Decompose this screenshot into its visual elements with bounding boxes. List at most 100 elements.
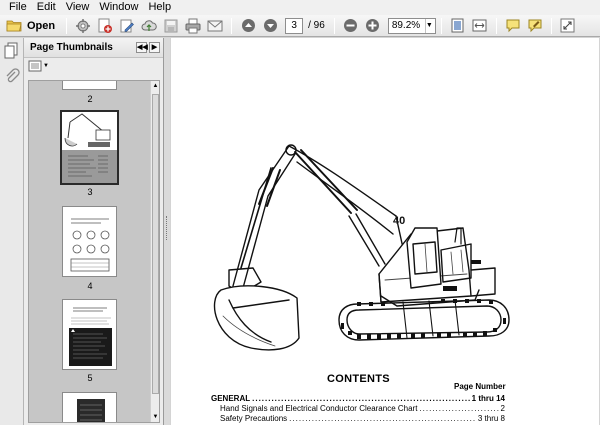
pencil-document-icon [120,19,135,32]
panel-header: Page Thumbnails ◀◀ ▶ [24,38,163,58]
thumbnail-list[interactable]: 2 3 4 5 ▲ ▼ [28,80,160,423]
thumbnail-page-5[interactable] [62,299,117,370]
document-viewport[interactable]: 40 CONTENTS Page Number GENERAL 1 thru 1… [170,38,600,425]
chevron-right-icon[interactable]: ▶ [149,42,160,53]
edit-document-button[interactable] [117,17,137,35]
menu-help[interactable]: Help [143,0,176,15]
toolbar-separator [231,17,233,34]
upload-cloud-button[interactable] [139,17,159,35]
page-number-input[interactable]: 3 [285,17,304,34]
envelope-icon [207,20,223,31]
contents-title: CONTENTS [327,373,390,385]
navigation-strip [0,38,24,425]
toc-entry-title: GENERAL [211,394,251,403]
toc-dot-leader [419,404,498,413]
fit-page-icon [451,18,464,33]
panel-header-buttons: ◀◀ ▶ [136,42,163,53]
excavator-thumbnail-image [62,113,117,183]
toc-entry-pages: 2 [500,404,505,413]
next-page-button[interactable] [260,17,280,35]
boom-model-badge: 40 [393,215,405,227]
zoom-level-value: 89.2% [391,20,421,31]
scroll-up-arrow-icon[interactable]: ▲ [151,81,159,91]
paperclip-icon [6,68,20,83]
open-label: Open [27,19,56,32]
print-button[interactable] [183,17,203,35]
panel-title: Page Thumbnails [30,42,113,53]
email-button[interactable] [205,17,225,35]
menu-window[interactable]: Window [94,0,143,15]
minus-circle-icon [344,19,358,32]
scroll-down-arrow-icon[interactable]: ▼ [151,412,159,422]
thumbnail-page-2[interactable] [62,81,117,90]
menu-edit[interactable]: Edit [32,0,61,15]
chevron-down-icon[interactable]: ▼ [424,18,433,33]
page-total: / 96 [308,20,325,31]
chevron-down-icon: ▼ [43,63,49,69]
create-pdf-button[interactable] [95,17,115,35]
collapse-panel-button[interactable]: ◀◀ [136,42,148,53]
fit-width-button[interactable] [470,17,490,35]
thumbnail-options-button[interactable]: ▼ [28,60,49,72]
save-button[interactable] [161,17,181,35]
fit-width-icon [472,19,487,32]
scrollbar-thumb[interactable] [152,94,159,394]
toc-entry-pages: 3 thru 8 [477,414,505,423]
thumbnail-scrollbar[interactable]: ▲ ▼ [150,81,159,422]
highlight-button[interactable] [525,17,545,35]
thumbnail-label: 5 [87,373,93,383]
thumbnail-page-6[interactable] [62,392,117,422]
toc-entry-safety-precautions[interactable]: Safety Precautions 3 thru 8 [220,414,505,423]
menu-view[interactable]: View [61,0,95,15]
toolbar: Open 3 / 96 89.2% ▼ [0,15,600,37]
toc-entry-general[interactable]: GENERAL 1 thru 14 [211,394,505,403]
cloud-upload-icon [141,19,157,31]
plus-circle-icon [366,19,380,32]
zoom-level-select[interactable]: 89.2% ▼ [387,17,436,34]
zoom-in-button[interactable] [363,17,383,35]
toolbar-separator [550,17,552,34]
previous-page-button[interactable] [238,17,258,35]
toc-dot-leader [252,394,470,403]
arrow-up-circle-icon [241,19,255,32]
pages-icon [4,42,18,59]
page-thumbnail-image [77,399,105,422]
save-disk-icon [164,19,178,32]
splitter-grip [166,216,168,240]
thumbnail-label: 3 [87,187,93,197]
panel-options-row: ▼ [24,58,163,74]
gear-icon [76,18,91,33]
toolbar-separator [440,17,442,34]
printer-icon [185,18,201,33]
toolbar-separator [66,17,68,34]
toolbar-separator [495,17,497,34]
expand-arrows-icon [560,18,575,33]
excavator-illustration: 40 [213,144,510,351]
open-button[interactable]: Open [4,17,61,35]
comment-button[interactable] [503,17,523,35]
highlighter-icon [528,19,542,33]
comment-bubble-icon [506,19,520,33]
page-thumbnails-nav-button[interactable] [3,42,20,59]
create-pdf-icon [98,18,113,33]
attachments-nav-button[interactable] [4,68,20,84]
options-list-icon [28,60,42,72]
thumbnail-label: 2 [87,94,93,104]
toc-entry-title: Safety Precautions [220,414,288,423]
toc-entry-pages: 1 thru 14 [471,394,505,403]
menu-file[interactable]: File [4,0,32,15]
menu-bar: File Edit View Window Help [0,0,600,15]
settings-gear-button[interactable] [73,17,93,35]
thumbnail-page-3[interactable] [62,112,117,183]
thumbnail-page-4[interactable] [62,206,117,277]
arrow-down-circle-icon [263,19,277,32]
toc-entry-hand-signals[interactable]: Hand Signals and Electrical Conductor Cl… [220,404,505,413]
toc-dot-leader [289,414,476,423]
toolbar-separator [333,17,335,34]
fit-page-button[interactable] [448,17,468,35]
page-number-header: Page Number [454,382,506,391]
zoom-out-button[interactable] [341,17,361,35]
expand-button[interactable] [558,17,578,35]
folder-icon [6,20,22,32]
toc-entry-title: Hand Signals and Electrical Conductor Cl… [220,404,418,413]
